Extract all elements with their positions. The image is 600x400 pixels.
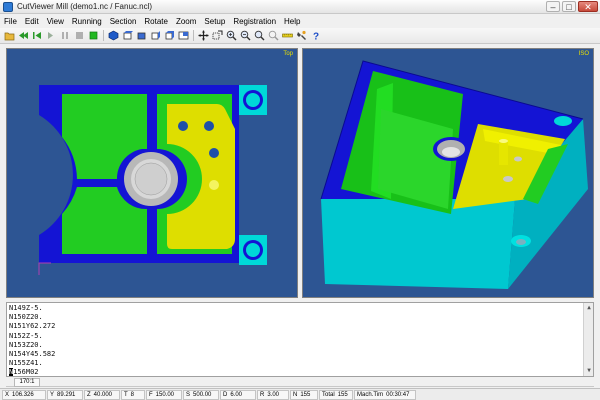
code-line: N151Y62.272 xyxy=(9,322,56,331)
menu-section[interactable]: Section xyxy=(110,17,137,26)
pan-icon[interactable] xyxy=(198,30,209,41)
scroll-up-icon[interactable]: ▲ xyxy=(585,304,593,312)
status-speed: S 500.00 xyxy=(183,389,219,400)
view-top-icon[interactable] xyxy=(122,30,133,41)
code-line: N155Z41. xyxy=(9,359,43,368)
view-solid-icon[interactable] xyxy=(108,30,119,41)
window-controls: – □ ✕ xyxy=(546,1,598,12)
run-icon[interactable] xyxy=(88,30,99,41)
status-feed: F 150.00 xyxy=(146,389,182,400)
code-line: N150Z20. xyxy=(9,313,43,322)
view-split-icon[interactable] xyxy=(178,30,189,41)
step-icon[interactable] xyxy=(46,30,57,41)
rewind-icon[interactable] xyxy=(18,30,29,41)
status-machine-time: Mach.Tim 00:30:47 xyxy=(354,389,416,400)
menu-setup[interactable]: Setup xyxy=(204,17,225,26)
app-icon xyxy=(3,1,13,12)
line-position: 170:1 xyxy=(14,378,40,387)
maximize-button[interactable]: □ xyxy=(562,1,576,12)
top-view-part xyxy=(38,85,267,275)
title-bar: CutViewer Mill (demo1.nc / Fanuc.ncl) – … xyxy=(0,0,600,14)
menu-edit[interactable]: Edit xyxy=(25,17,39,26)
help-icon[interactable]: ? xyxy=(310,30,321,42)
status-z: Z 40.000 xyxy=(84,389,120,400)
nc-code-editor[interactable]: N149Z-5. N150Z20. N151Y62.272 N152Z-5. N… xyxy=(6,302,594,377)
zoom-fit-icon[interactable] xyxy=(254,30,265,41)
scroll-down-icon[interactable]: ▼ xyxy=(585,367,593,375)
code-scrollbar[interactable]: ▲ ▼ xyxy=(583,303,593,376)
zoom-all-icon[interactable] xyxy=(268,30,279,41)
line-indicator-bar: 170:1 xyxy=(6,378,594,387)
stop-icon[interactable] xyxy=(74,30,85,41)
menu-registration[interactable]: Registration xyxy=(233,17,276,26)
status-radius: R 3.00 xyxy=(257,389,289,400)
svg-text:?: ? xyxy=(313,32,319,42)
menu-view[interactable]: View xyxy=(47,17,64,26)
iso-viewport[interactable]: ISO xyxy=(302,48,594,298)
menu-zoom[interactable]: Zoom xyxy=(176,17,196,26)
zoom-in-icon[interactable] xyxy=(226,30,237,41)
tool-icon[interactable] xyxy=(296,30,307,41)
current-code-line: N156M02 xyxy=(9,368,593,377)
top-viewport[interactable]: Top xyxy=(6,48,298,298)
toolbar-separator xyxy=(193,30,194,41)
menu-rotate[interactable]: Rotate xyxy=(144,17,168,26)
zoom-out-icon[interactable] xyxy=(240,30,251,41)
status-tool: T8 xyxy=(121,389,145,400)
status-diameter: D 6.00 xyxy=(220,389,256,400)
open-icon[interactable] xyxy=(4,30,15,41)
menu-bar: File Edit View Running Section Rotate Zo… xyxy=(0,14,600,28)
window-title: CutViewer Mill (demo1.nc / Fanuc.ncl) xyxy=(17,2,153,11)
status-total: Total 155 xyxy=(319,389,353,400)
toolbar-separator xyxy=(103,30,104,41)
current-line-text: 156M02 xyxy=(13,368,39,377)
step-back-icon[interactable] xyxy=(32,30,43,41)
code-line: N154Y45.582 xyxy=(9,350,56,359)
close-button[interactable]: ✕ xyxy=(578,1,598,12)
toolbar: ? xyxy=(0,28,600,44)
menu-help[interactable]: Help xyxy=(284,17,300,26)
status-bar: X 106.326 Y 89.291 Z 40.000 T8 F 150.00 S 500… xyxy=(0,388,600,400)
code-line: N153Z20. xyxy=(9,340,43,349)
status-line-number: N 155 xyxy=(290,389,318,400)
code-line: N152Z-5. xyxy=(9,331,43,340)
iso-view-part xyxy=(320,60,588,289)
menu-running[interactable]: Running xyxy=(72,17,102,26)
measure-icon[interactable] xyxy=(282,30,293,41)
view-front-icon[interactable] xyxy=(136,30,147,41)
status-y: Y 89.291 xyxy=(47,389,83,400)
minimize-button[interactable]: – xyxy=(546,1,560,12)
status-x: X 106.326 xyxy=(2,389,46,400)
pause-icon[interactable] xyxy=(60,30,71,41)
code-line: N149Z-5. xyxy=(9,304,43,312)
menu-file[interactable]: File xyxy=(4,17,17,26)
view-iso-icon[interactable] xyxy=(164,30,175,41)
zoom-window-icon[interactable] xyxy=(212,30,223,41)
view-side-icon[interactable] xyxy=(150,30,161,41)
